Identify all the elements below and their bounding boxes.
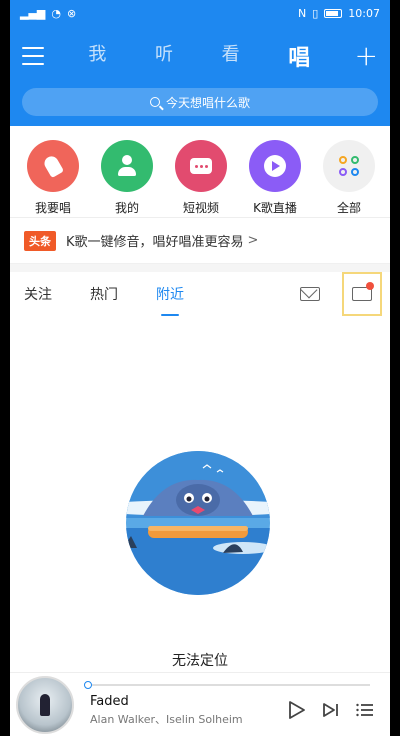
grid-icon [323,140,375,192]
headline-banner[interactable]: 头条 K歌一键修音，唱好唱准更容易 > [10,218,390,264]
status-time: 10:07 [348,6,380,20]
menu-icon[interactable] [22,47,44,65]
quick-link-all[interactable]: 全部 [316,140,382,217]
mail-icon[interactable] [300,287,320,301]
empty-state-message: 无法定位 [172,653,228,669]
vibrate-icon: ▯ [312,6,319,20]
quick-link-sing[interactable]: 我要唱 [20,140,86,217]
playlist-icon [356,703,373,716]
status-left: ▂▄▆ ◔ ⊗ [20,7,76,20]
quick-link-label: 全部 [336,201,361,215]
battery-icon [324,8,343,18]
play-button[interactable] [280,693,314,727]
plus-icon[interactable]: + [355,42,378,70]
quick-link-label: 短视频 [182,201,219,215]
wifi-icon: ◔ [51,6,61,20]
inbox-button[interactable] [342,272,382,316]
tab-listen[interactable]: 听 [155,40,173,72]
quick-link-short-video[interactable]: 短视频 [168,140,234,217]
tab-nearby[interactable]: 附近 [156,284,184,304]
album-figure [40,693,50,716]
location-failed-illustration [126,451,270,595]
dnd-icon: ⊗ [67,6,77,20]
main-tabs: 我 听 看 唱 [44,40,355,72]
tab-sing[interactable]: 唱 [288,40,310,72]
progress-bar[interactable] [84,681,370,689]
track-info[interactable]: Faded Alan Walker、Iselin Solheim [90,682,280,727]
status-right: N ▯ 10:07 [298,7,380,20]
quick-link-label: 我要唱 [34,201,71,215]
user-icon [101,140,153,192]
next-button[interactable] [314,693,348,727]
quick-links: 我要唱 我的 短视频 K歌直播 全部 [10,126,390,218]
headline-text: K歌一键修音，唱好唱准更容易 [66,235,244,250]
chat-bubble-icon [175,140,227,192]
tab-watch[interactable]: 看 [222,40,240,72]
search-bar[interactable]: 今天想唱什么歌 [22,88,378,116]
mini-player: Faded Alan Walker、Iselin Solheim [10,672,390,736]
quick-link-mine[interactable]: 我的 [94,140,160,217]
search-icon [149,97,160,107]
section-divider [10,264,390,272]
chevron-right-icon: > [247,233,259,248]
app-screen: ▂▄▆ ◔ ⊗ N ▯ 10:07 我 听 看 唱 + 今天想唱什么歌 我要唱 … [10,0,390,736]
nfc-icon: N [298,6,307,20]
feed-tabs: 关注 热门 附近 [10,272,390,316]
playlist-button[interactable] [348,693,382,727]
app-header: 我 听 看 唱 + 今天想唱什么歌 [10,26,390,126]
play-circle-icon [249,140,301,192]
notification-dot [366,282,374,290]
tab-me[interactable]: 我 [88,40,106,72]
tab-popular[interactable]: 热门 [90,284,118,304]
feed-actions [300,272,382,316]
quick-link-label: K歌直播 [253,201,297,215]
tab-following[interactable]: 关注 [24,284,52,304]
progress-knob[interactable] [84,681,92,689]
quick-link-live[interactable]: K歌直播 [242,140,308,217]
headline-badge: 头条 [24,230,56,251]
nav-row: 我 听 看 唱 + [10,26,390,86]
play-icon [289,700,305,719]
track-artist: Alan Walker、Iselin Solheim [90,713,243,726]
quick-link-label: 我的 [114,201,139,215]
status-bar: ▂▄▆ ◔ ⊗ N ▯ 10:07 [10,0,390,26]
microphone-icon [27,140,79,192]
track-title: Faded [90,694,129,709]
signal-icon: ▂▄▆ [20,6,46,20]
next-icon [323,702,338,717]
search-placeholder: 今天想唱什么歌 [165,95,250,110]
album-art[interactable] [16,675,74,734]
